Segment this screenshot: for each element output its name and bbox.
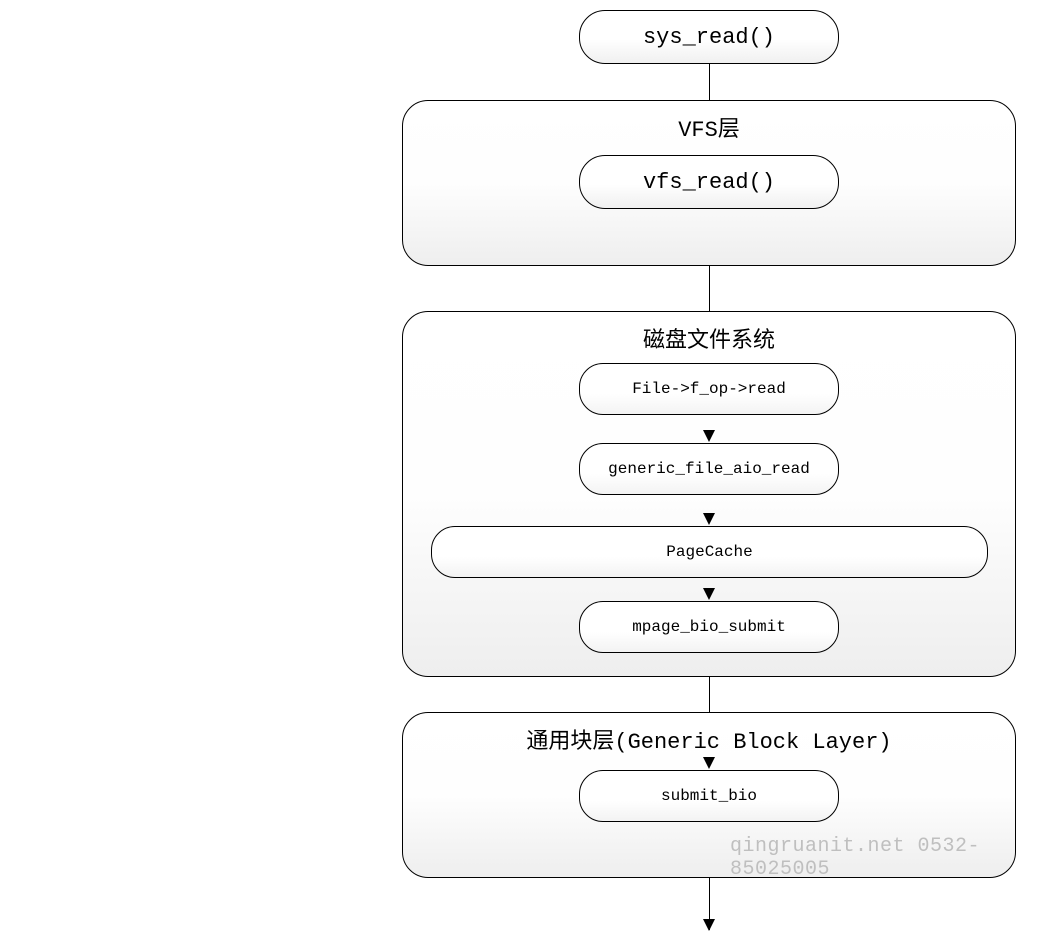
arrowhead-into-pagecache (703, 513, 715, 525)
node-label: vfs_read() (643, 170, 775, 195)
node-label: sys_read() (643, 25, 775, 50)
node-label: generic_file_aio_read (608, 460, 810, 478)
layer-title-vfs: VFS层 (403, 111, 1015, 143)
arrowhead-into-mpage-bio (703, 588, 715, 600)
node-label: submit_bio (661, 787, 757, 805)
node-vfs-read: vfs_read() (579, 155, 839, 209)
arrowhead-final (703, 919, 715, 931)
node-label: PageCache (666, 543, 752, 561)
node-generic-aio: generic_file_aio_read (579, 443, 839, 495)
node-submit-bio: submit_bio (579, 770, 839, 822)
arrowhead-into-submit-bio (703, 757, 715, 769)
node-pagecache: PageCache (431, 526, 988, 578)
node-label: mpage_bio_submit (632, 618, 786, 636)
node-mpage-bio: mpage_bio_submit (579, 601, 839, 653)
watermark-text: qingruanit.net 0532-85025005 (730, 835, 1051, 881)
layer-title-diskfs: 磁盘文件系统 (403, 322, 1015, 354)
node-sys-read: sys_read() (579, 10, 839, 64)
layer-title-block: 通用块层(Generic Block Layer) (403, 723, 1015, 755)
arrowhead-into-generic-aio (703, 430, 715, 442)
node-fop-read: File->f_op->read (579, 363, 839, 415)
diagram-canvas: sys_read() VFS层 vfs_read() 磁盘文件系统 File->… (0, 0, 1051, 941)
node-label: File->f_op->read (632, 380, 786, 398)
